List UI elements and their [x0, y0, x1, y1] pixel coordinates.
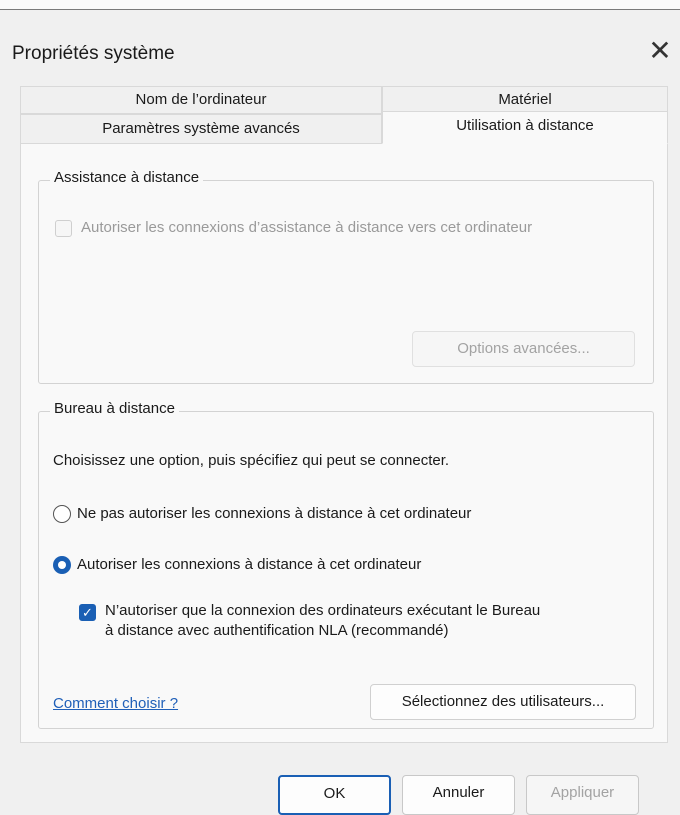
tab-materiel[interactable]: Matériel [382, 86, 668, 114]
radio-allow-label: Autoriser les connexions à distance à ce… [77, 556, 422, 573]
assistance-legend: Assistance à distance [50, 169, 204, 186]
help-link[interactable]: Comment choisir ? [53, 695, 178, 712]
bureau-instruction: Choisissez une option, puis spécifiez qu… [53, 452, 450, 469]
window-title: Propriétés système [12, 43, 175, 64]
title-bar: Propriétés système ✕ [0, 10, 680, 74]
radio-deny-label: Ne pas autoriser les connexions à distan… [77, 505, 472, 522]
assistance-checkbox-label: Autoriser les connexions d’assistance à … [81, 219, 533, 236]
radio-allow[interactable] [53, 556, 71, 574]
cancel-button[interactable]: Annuler [402, 775, 515, 815]
radio-deny[interactable] [53, 505, 71, 523]
nla-checkbox[interactable]: ✓ [79, 604, 96, 621]
close-icon[interactable]: ✕ [643, 34, 677, 68]
advanced-options-button[interactable]: Options avancées... [412, 331, 635, 367]
select-users-button[interactable]: Sélectionnez des utilisateurs... [370, 684, 636, 720]
tab-panel: Assistance à distance Autoriser les conn… [20, 143, 668, 743]
assistance-checkbox[interactable] [55, 220, 72, 237]
apply-button[interactable]: Appliquer [526, 775, 639, 815]
tab-utilisation-distance[interactable]: Utilisation à distance [382, 111, 668, 144]
tab-parametres-avances[interactable]: Paramètres système avancés [20, 114, 382, 144]
bureau-legend: Bureau à distance [50, 400, 179, 417]
tab-nom-ordinateur[interactable]: Nom de l’ordinateur [20, 86, 382, 114]
window-top-edge [0, 0, 680, 10]
nla-label-line2: à distance avec authentification NLA (re… [105, 622, 449, 639]
ok-button[interactable]: OK [278, 775, 391, 815]
nla-label-line1: N’autoriser que la connexion des ordinat… [105, 602, 541, 619]
